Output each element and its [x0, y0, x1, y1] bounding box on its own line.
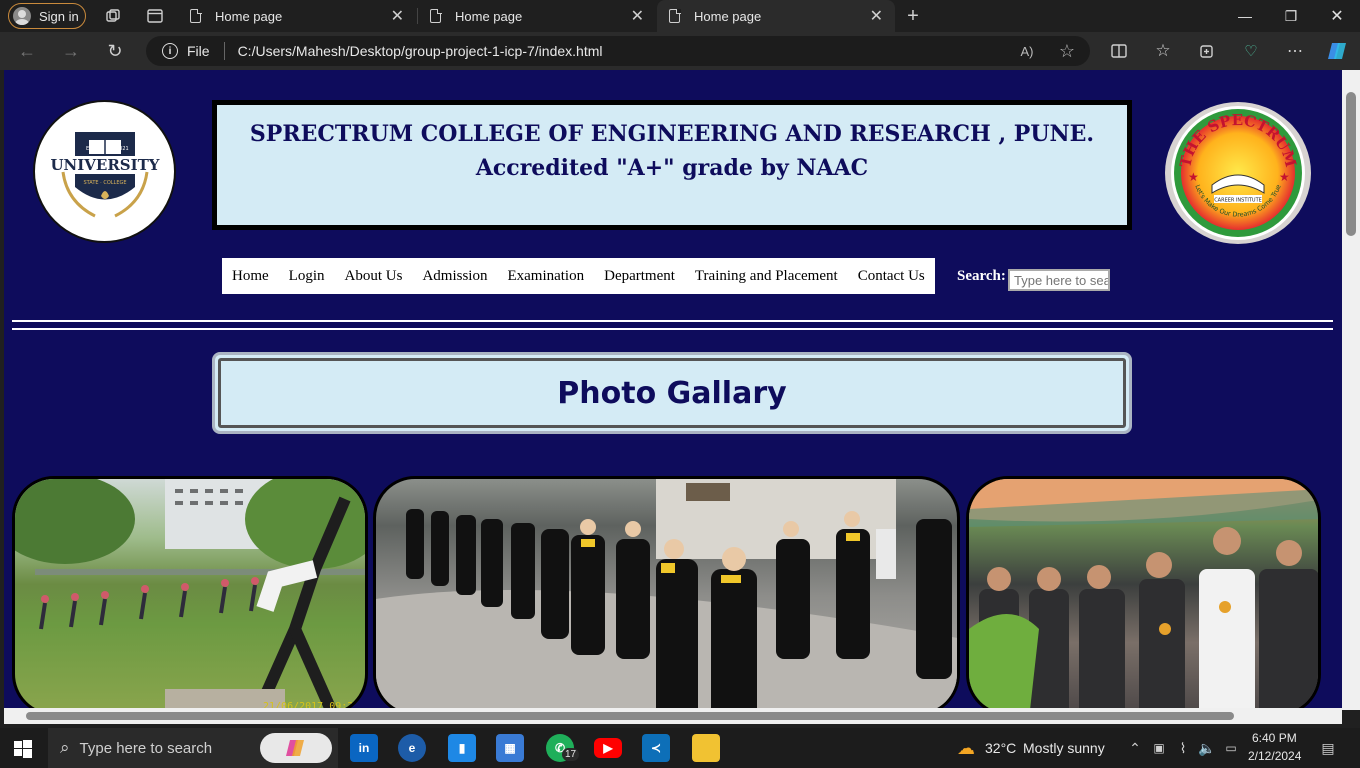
- site-info-icon[interactable]: i: [162, 43, 178, 59]
- university-logo: EST. 2021 UNIVERSITY STATE · COLLEGE: [33, 100, 176, 243]
- horizontal-scroll-thumb[interactable]: [26, 712, 1234, 720]
- refresh-icon[interactable]: ↻: [104, 40, 126, 62]
- gallery-photo-event-ceremony: [966, 476, 1321, 710]
- new-tab-icon[interactable]: +: [902, 5, 924, 27]
- taskbar-search-box[interactable]: ⌕ Type here to search: [48, 728, 338, 768]
- workspaces-icon[interactable]: [102, 6, 124, 26]
- nav-home-link[interactable]: Home: [232, 268, 269, 285]
- page-doc-icon: [669, 8, 681, 23]
- back-icon[interactable]: ←: [16, 40, 38, 62]
- address-bar[interactable]: i File C:/Users/Mahesh/Desktop/group-pro…: [146, 36, 1090, 66]
- logo-banner-text: CAREER INSTITUTE: [1214, 198, 1262, 204]
- forward-icon[interactable]: →: [60, 40, 82, 62]
- svg-text:★: ★: [1279, 170, 1290, 184]
- svg-text:★: ★: [1188, 170, 1199, 184]
- microsoft-store-icon[interactable]: ▦: [496, 734, 524, 762]
- split-screen-icon[interactable]: [1108, 40, 1130, 62]
- tab-title: Home page: [455, 8, 523, 24]
- tab-title: Home page: [215, 8, 283, 24]
- weather-temperature[interactable]: 32°C: [985, 740, 1016, 756]
- weather-icon[interactable]: ☁: [954, 737, 978, 759]
- minimize-icon[interactable]: —: [1222, 0, 1268, 32]
- logo-university-text: UNIVERSITY: [50, 156, 159, 174]
- browser-essentials-icon[interactable]: ♡: [1240, 40, 1262, 62]
- divider-line: [12, 328, 1333, 330]
- web-page: EST. 2021 UNIVERSITY STATE · COLLEGE SPR…: [4, 70, 1342, 710]
- college-header-banner: SPRECTRUM COLLEGE OF ENGINEERING AND RES…: [212, 100, 1132, 230]
- divider-line: [12, 320, 1333, 322]
- tab-2[interactable]: Home page ✕: [418, 0, 656, 32]
- search-icon: ⌕: [60, 738, 70, 757]
- browser-tab-bar: Sign in Home page ✕ Home page ✕ Home pag…: [0, 0, 1360, 32]
- weather-condition[interactable]: Mostly sunny: [1023, 740, 1105, 756]
- main-navigation: Home Login About Us Admission Examinatio…: [222, 258, 935, 294]
- url-text[interactable]: C:/Users/Mahesh/Desktop/group-project-1-…: [238, 43, 603, 59]
- logo-year-text: 2021: [116, 146, 129, 152]
- tab-1[interactable]: Home page ✕: [178, 0, 416, 32]
- taskbar-search-placeholder: Type here to search: [79, 739, 213, 757]
- file-explorer-icon[interactable]: [692, 734, 720, 762]
- page-doc-icon: [190, 8, 202, 23]
- address-divider: [223, 42, 225, 60]
- logo-state-college-text: STATE · COLLEGE: [83, 180, 126, 186]
- tab-3-active[interactable]: Home page ✕: [657, 0, 895, 32]
- vertical-scrollbar[interactable]: [1342, 70, 1360, 710]
- spectrum-logo: THE SPECTRUM Let's Make Our Dreams Come …: [1165, 102, 1311, 244]
- close-tab-icon[interactable]: ✕: [631, 6, 644, 26]
- nav-contact-link[interactable]: Contact Us: [858, 268, 925, 285]
- address-toolbar: ← → ↻ i File C:/Users/Mahesh/Desktop/gro…: [0, 32, 1360, 70]
- linkedin-icon[interactable]: in: [350, 734, 378, 762]
- read-aloud-icon[interactable]: A): [1016, 42, 1038, 60]
- nav-login-link[interactable]: Login: [289, 268, 325, 285]
- network-icon[interactable]: ⌇: [1174, 738, 1192, 758]
- whatsapp-badge: 17: [562, 748, 580, 761]
- restore-icon[interactable]: ❐: [1268, 0, 1314, 32]
- nav-admission-link[interactable]: Admission: [422, 268, 487, 285]
- search-label: Search:: [957, 268, 1006, 284]
- notifications-icon[interactable]: ▤: [1318, 738, 1338, 758]
- meet-now-icon[interactable]: ▣: [1150, 738, 1168, 758]
- nav-training-placement-link[interactable]: Training and Placement: [695, 268, 838, 285]
- horizontal-scrollbar[interactable]: [4, 708, 1342, 724]
- nav-examination-link[interactable]: Examination: [507, 268, 584, 285]
- photo-gallery-title: Photo Gallary: [218, 358, 1126, 428]
- tab-actions-icon[interactable]: [144, 6, 166, 26]
- battery-icon[interactable]: ▭: [1222, 738, 1240, 758]
- search-input[interactable]: [1008, 269, 1110, 291]
- collections-icon[interactable]: [1196, 40, 1218, 62]
- vscode-icon[interactable]: ≺: [642, 734, 670, 762]
- scheme-label: File: [187, 43, 210, 59]
- close-tab-icon[interactable]: ✕: [391, 6, 404, 26]
- copilot-icon[interactable]: [1326, 40, 1350, 62]
- edge-icon[interactable]: e: [398, 734, 426, 762]
- youtube-icon[interactable]: ▶: [594, 738, 622, 758]
- profile-signin-button[interactable]: Sign in: [8, 3, 86, 29]
- volume-icon[interactable]: 🔈: [1198, 738, 1216, 758]
- accreditation-text: Accredited "A+" grade by NAAC: [475, 155, 869, 181]
- profile-avatar-icon: [13, 7, 31, 25]
- logo-est-text: EST.: [86, 146, 97, 152]
- show-hidden-icons-chevron-icon[interactable]: ⌃: [1126, 738, 1144, 758]
- windows-start-icon[interactable]: [12, 738, 34, 760]
- close-window-icon[interactable]: ✕: [1314, 0, 1360, 32]
- gallery-photo-yoga: 21/06/2017 09:26: [12, 476, 368, 710]
- more-options-icon[interactable]: ⋯: [1284, 40, 1306, 62]
- tab-title: Home page: [694, 8, 762, 24]
- favorite-star-icon[interactable]: ☆: [1056, 40, 1078, 62]
- photo-gallery-heading-box: Photo Gallary: [212, 352, 1132, 434]
- nav-department-link[interactable]: Department: [604, 268, 675, 285]
- clock-date[interactable]: 2/12/2024: [1248, 749, 1301, 763]
- close-tab-icon[interactable]: ✕: [870, 6, 883, 26]
- clock-time[interactable]: 6:40 PM: [1252, 731, 1297, 745]
- windows-taskbar: ⌕ Type here to search in e ▮ ▦ ✆ 17 ▶ ≺ …: [0, 728, 1360, 768]
- gallery-photo-graduation: [373, 476, 960, 710]
- page-doc-icon: [430, 8, 442, 23]
- college-name: SPRECTRUM COLLEGE OF ENGINEERING AND RES…: [249, 121, 1095, 147]
- signin-label: Sign in: [39, 8, 79, 24]
- copilot-search-icon[interactable]: [260, 733, 332, 763]
- nav-about-link[interactable]: About Us: [345, 268, 403, 285]
- files-app-icon[interactable]: ▮: [448, 734, 476, 762]
- favorites-icon[interactable]: ☆: [1152, 40, 1174, 62]
- vertical-scroll-thumb[interactable]: [1346, 92, 1356, 236]
